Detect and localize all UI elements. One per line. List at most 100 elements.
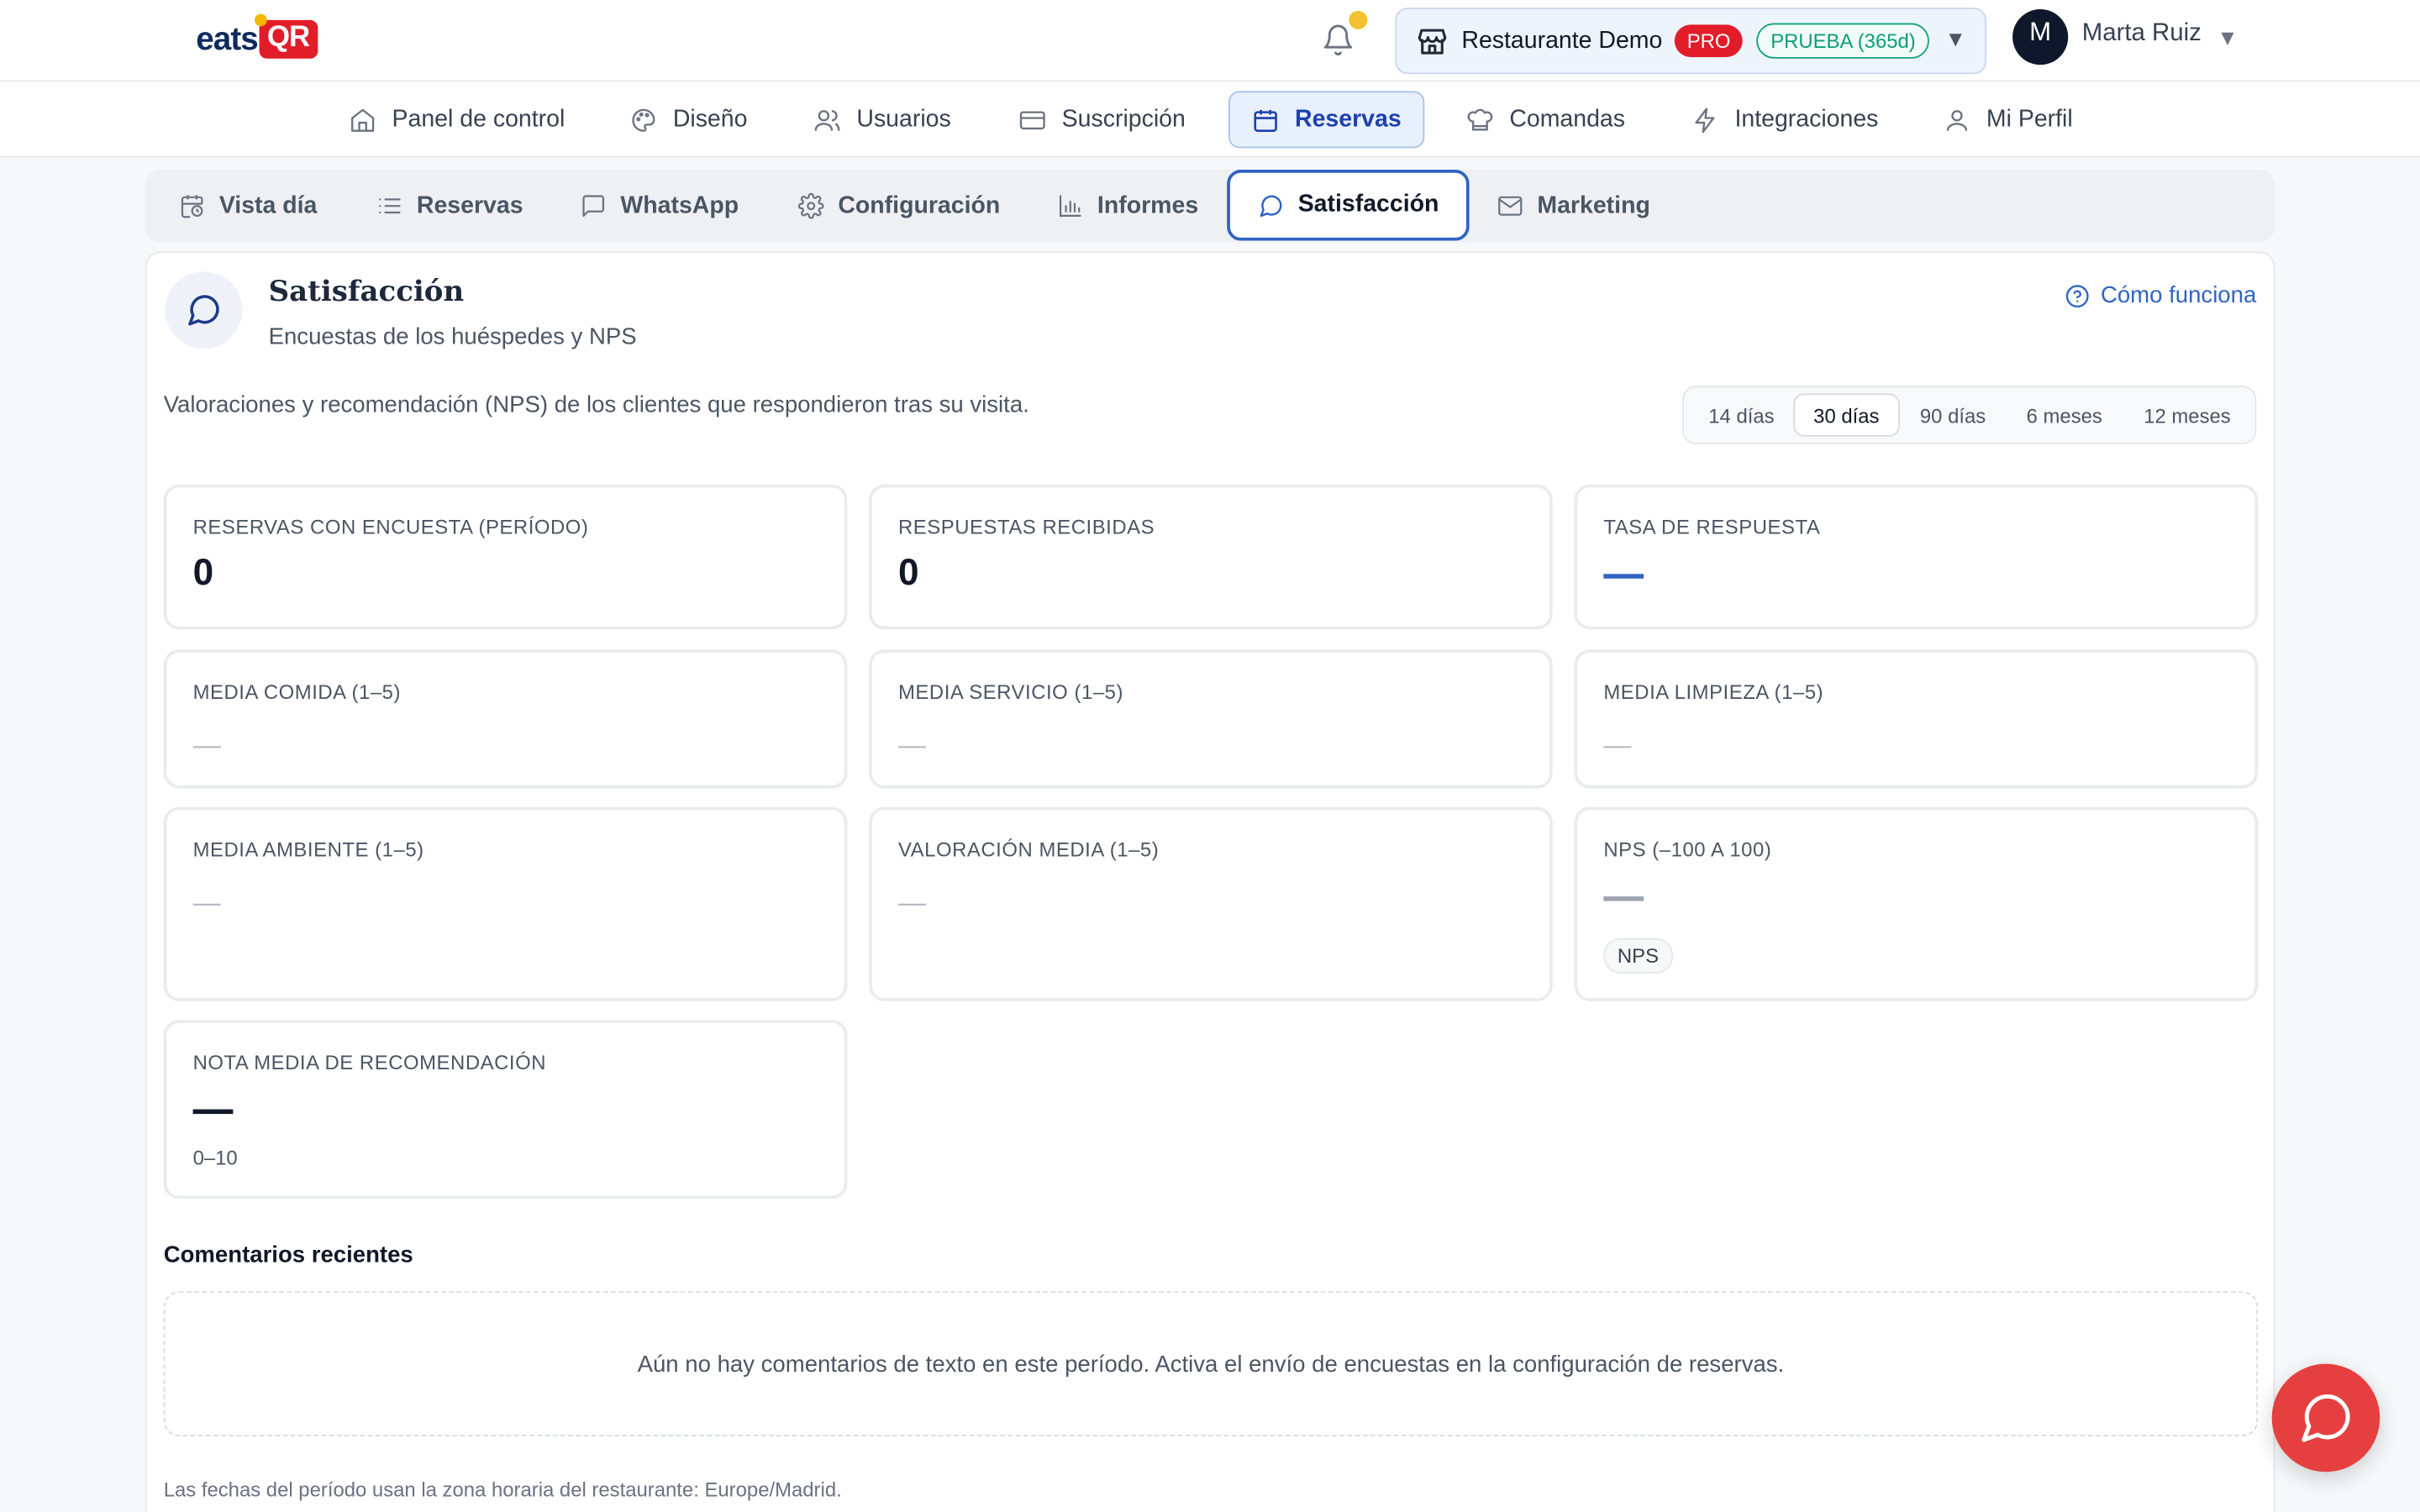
tab-label: Reservas [416,192,523,218]
tab-label: Vista día [218,192,318,218]
main-nav: Panel de control Diseño Usuarios Suscrip… [0,81,2420,158]
chef-hat-icon [1467,108,1493,130]
user-icon [1946,109,1968,130]
bar-chart-icon [1059,195,1081,218]
nav-label: Panel de control [392,105,566,133]
mail-icon [1498,196,1523,216]
restaurant-selector[interactable]: Restaurante Demo PRO PRUEBA (365d) ▼ [1395,8,1986,75]
tab-label: WhatsApp [620,192,739,218]
card-label: MEDIA COMIDA (1–5) [192,680,402,704]
avatar[interactable]: M [2012,9,2069,66]
card-service-average: MEDIA SERVICIO (1–5) — [869,649,1553,789]
card-value: — [897,887,927,918]
card-value: 0 [897,552,919,595]
range-30-dias[interactable]: 30 días [1793,393,1900,437]
chat-support-button[interactable] [2271,1363,2381,1473]
nav-integraciones[interactable]: Integraciones [1691,91,1878,148]
tab-informes[interactable]: Informes [1057,170,1198,242]
nav-label: Mi Perfil [1986,105,2073,133]
user-name: Marta Ruiz [2081,19,2202,47]
chat-bubble-icon [2302,1394,2350,1442]
card-label: RESERVAS CON ENCUESTA (PERÍODO) [192,515,589,539]
nav-usuarios[interactable]: Usuarios [813,91,951,148]
palette-icon [632,108,655,131]
message-square-icon [582,195,605,218]
caret-down-icon[interactable]: ▼ [1945,26,1966,50]
nav-comandas[interactable]: Comandas [1466,91,1625,148]
how-it-works-label: Cómo funciona [2100,282,2257,309]
nav-mi-perfil[interactable]: Mi Perfil [1943,91,2073,148]
restaurant-name: Restaurante Demo [1461,27,1663,54]
card-label: MEDIA SERVICIO (1–5) [897,680,1123,704]
card-label: NPS (–100 A 100) [1603,837,1772,861]
empty-value-dash [1603,574,1644,579]
card-label: NOTA MEDIA DE RECOMENDACIÓN [192,1050,547,1074]
empty-value-dash [192,1109,234,1115]
card-label: MEDIA AMBIENTE (1–5) [192,837,424,861]
credit-card-icon [1019,110,1045,129]
card-cleanliness-average: MEDIA LIMPIEZA (1–5) — [1574,649,2259,789]
empty-state-text: Aún no hay comentarios de texto en este … [637,1351,1785,1378]
card-value: — [192,887,221,918]
range-90-dias[interactable]: 90 días [1920,393,1986,436]
nps-chip: NPS [1603,937,1673,974]
range-12-meses[interactable]: 12 meses [2144,393,2231,436]
logo-badge: QR [255,13,318,59]
gear-icon [797,192,824,219]
eatsqr-logo[interactable]: eats QR [196,13,318,59]
how-it-works-link[interactable]: Cómo funciona [2065,282,2257,309]
nav-label: Suscripción [1061,105,1186,133]
help-circle-icon [2066,284,2089,307]
card-value: — [192,729,221,761]
list-icon [378,198,401,214]
nav-label: Integraciones [1734,105,1879,133]
logo-text: eats [196,20,258,57]
nav-label: Diseño [672,105,748,133]
card-rating-average: VALORACIÓN MEDIA (1–5) — [869,806,1553,1002]
tab-satisfaccion[interactable]: Satisfacción [1227,170,1470,241]
card-value: 0 [192,552,214,595]
nav-label: Usuarios [856,105,951,133]
comments-empty-state: Aún no hay comentarios de texto en este … [163,1291,2259,1436]
tab-label: Satisfacción [1297,191,1439,218]
calendar-clock-icon [181,195,203,218]
range-14-dias[interactable]: 14 días [1708,393,1774,436]
tab-configuracion[interactable]: Configuración [797,170,1001,242]
panel-description: Valoraciones y recomendación (NPS) de lo… [163,391,1029,418]
tab-marketing[interactable]: Marketing [1497,170,1650,242]
bell-icon[interactable] [1321,22,1355,59]
plan-badge: PRO [1675,24,1744,57]
card-reservations-with-survey: RESERVAS CON ENCUESTA (PERÍODO) 0 [163,484,848,630]
tab-label: Informes [1097,192,1199,218]
card-label: VALORACIÓN MEDIA (1–5) [897,837,1160,861]
trial-badge: PRUEBA (365d) [1756,23,1930,59]
nav-diseno[interactable]: Diseño [629,91,747,148]
tab-reservas[interactable]: Reservas [376,170,523,242]
satisfaction-panel: Satisfacción Encuestas de los huéspedes … [145,251,2275,1512]
sub-nav: Vista día Reservas WhatsApp Configuració… [145,170,2275,243]
card-recommendation-score: NOTA MEDIA DE RECOMENDACIÓN 0–10 [163,1020,848,1200]
card-label: TASA DE RESPUESTA [1603,515,1821,539]
nav-label: Comandas [1509,105,1626,133]
nav-label: Reservas [1295,105,1402,133]
card-response-rate: TASA DE RESPUESTA [1574,484,2259,630]
card-value: — [897,729,927,761]
tab-label: Configuración [838,192,1001,218]
home-icon [351,108,375,131]
nav-reservas[interactable]: Reservas [1228,91,1425,149]
tab-vista-dia[interactable]: Vista día [179,170,317,242]
recent-comments-heading: Comentarios recientes [163,1242,413,1268]
nav-suscripcion[interactable]: Suscripción [1018,91,1186,148]
scale-label: 0–10 [192,1146,238,1170]
user-menu[interactable]: M Marta Ruiz ▼ [2012,9,2238,66]
period-selector: 14 días 30 días 90 días 6 meses 12 meses [1682,386,2257,444]
users-icon [814,109,840,130]
caret-down-icon[interactable]: ▼ [2217,24,2238,49]
range-6-meses[interactable]: 6 meses [2027,393,2102,436]
store-icon [1418,28,1447,54]
tab-whatsapp[interactable]: WhatsApp [581,170,739,242]
card-nps: NPS (–100 A 100) NPS [1574,806,2259,1002]
top-bar: eats QR Restaurante Demo PRO PRUEBA (365… [0,0,2420,82]
nav-panel-de-control[interactable]: Panel de control [349,91,565,148]
card-ambience-average: MEDIA AMBIENTE (1–5) — [163,806,848,1002]
